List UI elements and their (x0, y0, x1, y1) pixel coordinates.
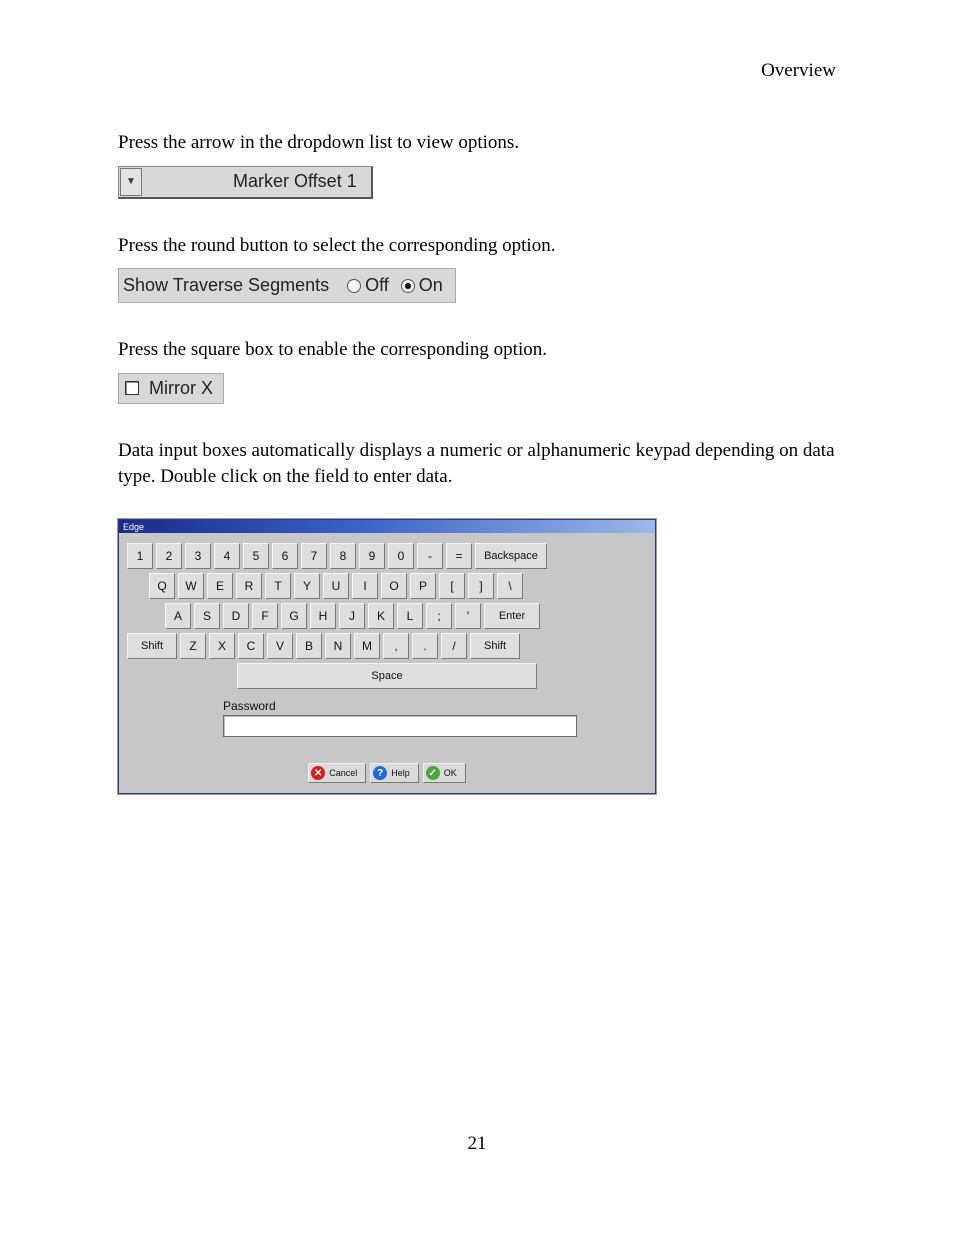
key-3[interactable]: 3 (185, 543, 211, 569)
key-[interactable]: ' (455, 603, 481, 629)
key-[interactable]: , (383, 633, 409, 659)
key-s[interactable]: S (194, 603, 220, 629)
key-u[interactable]: U (323, 573, 349, 599)
radio-on-label: On (419, 275, 443, 296)
key-a[interactable]: A (165, 603, 191, 629)
key-[interactable]: / (441, 633, 467, 659)
para-radio: Press the round button to select the cor… (118, 233, 836, 259)
key-backspace[interactable]: Backspace (475, 543, 547, 569)
key-8[interactable]: 8 (330, 543, 356, 569)
para-dropdown: Press the arrow in the dropdown list to … (118, 130, 836, 156)
key-n[interactable]: N (325, 633, 351, 659)
radio-off[interactable] (347, 279, 361, 293)
keyboard-window: Edge 1234567890-=Backspace QWERTYUIOP[]\… (118, 519, 656, 794)
key-[interactable]: ] (468, 573, 494, 599)
cancel-icon: ✕ (311, 766, 325, 780)
kb-row-1: 1234567890-=Backspace (127, 543, 647, 569)
key-x[interactable]: X (209, 633, 235, 659)
key-p[interactable]: P (410, 573, 436, 599)
para-checkbox: Press the square box to enable the corre… (118, 337, 836, 363)
radio-group-label: Show Traverse Segments (123, 275, 329, 296)
key-m[interactable]: M (354, 633, 380, 659)
radio-off-label: Off (365, 275, 389, 296)
checkbox-mirror-x-row: Mirror X (118, 373, 224, 404)
key-b[interactable]: B (296, 633, 322, 659)
key-enter[interactable]: Enter (484, 603, 540, 629)
key-o[interactable]: O (381, 573, 407, 599)
help-label: Help (391, 768, 410, 778)
ok-icon: ✓ (426, 766, 440, 780)
ok-button[interactable]: ✓ OK (423, 763, 466, 783)
window-title: Edge (119, 520, 655, 533)
help-button[interactable]: ? Help (370, 763, 419, 783)
key-space[interactable]: Space (237, 663, 537, 689)
kb-row-space: Space (127, 663, 647, 689)
ok-label: OK (444, 768, 457, 778)
key-y[interactable]: Y (294, 573, 320, 599)
key-5[interactable]: 5 (243, 543, 269, 569)
checkbox-label: Mirror X (149, 378, 213, 399)
dropdown-marker-offset[interactable]: ▼ Marker Offset 1 (118, 166, 373, 199)
key-i[interactable]: I (352, 573, 378, 599)
key-f[interactable]: F (252, 603, 278, 629)
kb-row-2: QWERTYUIOP[]\ (127, 573, 647, 599)
key-0[interactable]: 0 (388, 543, 414, 569)
key-g[interactable]: G (281, 603, 307, 629)
key-l[interactable]: L (397, 603, 423, 629)
cancel-label: Cancel (329, 768, 357, 778)
radio-group-show-traverse: Show Traverse Segments Off On (118, 268, 456, 303)
key-q[interactable]: Q (149, 573, 175, 599)
password-label: Password (223, 699, 276, 713)
key-7[interactable]: 7 (301, 543, 327, 569)
key-v[interactable]: V (267, 633, 293, 659)
key-2[interactable]: 2 (156, 543, 182, 569)
key-t[interactable]: T (265, 573, 291, 599)
key-k[interactable]: K (368, 603, 394, 629)
kb-row-4: ShiftZXCVBNM,./Shift (127, 633, 647, 659)
key-[interactable]: . (412, 633, 438, 659)
key-h[interactable]: H (310, 603, 336, 629)
page-header: Overview (118, 60, 836, 82)
key-j[interactable]: J (339, 603, 365, 629)
password-input[interactable] (223, 715, 577, 737)
key-[interactable]: [ (439, 573, 465, 599)
keyboard-rows: 1234567890-=Backspace QWERTYUIOP[]\ ASDF… (127, 543, 647, 689)
key-shift[interactable]: Shift (470, 633, 520, 659)
radio-on[interactable] (401, 279, 415, 293)
key-4[interactable]: 4 (214, 543, 240, 569)
kb-row-3: ASDFGHJKL;'Enter (127, 603, 647, 629)
page-number: 21 (0, 1133, 954, 1155)
key-e[interactable]: E (207, 573, 233, 599)
key-[interactable]: = (446, 543, 472, 569)
key-6[interactable]: 6 (272, 543, 298, 569)
cancel-button[interactable]: ✕ Cancel (308, 763, 366, 783)
key-[interactable]: - (417, 543, 443, 569)
key-r[interactable]: R (236, 573, 262, 599)
key-9[interactable]: 9 (359, 543, 385, 569)
checkbox-mirror-x[interactable] (125, 381, 139, 395)
key-[interactable]: \ (497, 573, 523, 599)
key-w[interactable]: W (178, 573, 204, 599)
chevron-down-icon[interactable]: ▼ (120, 168, 142, 196)
key-c[interactable]: C (238, 633, 264, 659)
para-keypad: Data input boxes automatically displays … (118, 438, 836, 489)
key-z[interactable]: Z (180, 633, 206, 659)
dropdown-label: Marker Offset 1 (143, 167, 371, 197)
help-icon: ? (373, 766, 387, 780)
key-shift[interactable]: Shift (127, 633, 177, 659)
key-d[interactable]: D (223, 603, 249, 629)
key-[interactable]: ; (426, 603, 452, 629)
key-1[interactable]: 1 (127, 543, 153, 569)
